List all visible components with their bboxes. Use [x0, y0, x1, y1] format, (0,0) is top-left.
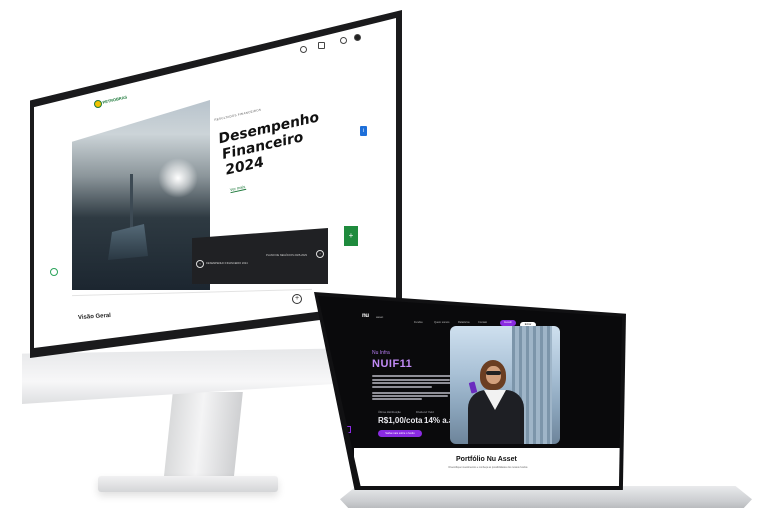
- nav-item-fundos[interactable]: Fundos: [414, 321, 423, 324]
- prev-arrow-icon[interactable]: ‹: [196, 260, 204, 268]
- hero-tag-link[interactable]: Ver mais: [229, 183, 246, 194]
- fund-description: [372, 374, 454, 402]
- monitor-stand-base: [98, 476, 278, 492]
- ship-hull: [108, 224, 148, 260]
- paragraph-line: [372, 382, 452, 385]
- panel-right-link[interactable]: PLANO DE NEGÓCIOS 2025-2029: [266, 254, 307, 257]
- hero-text-block: RESULTADOS FINANCEIROS Desempenho Financ…: [214, 81, 396, 196]
- paragraph-line: [372, 378, 450, 381]
- paragraph-line: [372, 398, 422, 401]
- accessibility-icon[interactable]: [50, 268, 58, 276]
- stat-label-distribution: Última distribuição: [378, 410, 401, 414]
- stat-label-yield: Dividend Yield: [416, 410, 434, 414]
- hero-image-woman: [450, 326, 560, 444]
- portfolio-title: Portfólio Nu Asset: [456, 456, 517, 463]
- floating-blue-button[interactable]: i: [360, 126, 367, 136]
- section-label-overview[interactable]: Visão Geral: [78, 313, 111, 321]
- paragraph-line: [372, 375, 452, 378]
- ship-mast: [130, 174, 133, 230]
- panel-left-link[interactable]: DESEMPENHO FINANCEIRO 2024: [206, 262, 248, 265]
- sun-glow: [158, 158, 198, 198]
- monitor-stand-neck: [163, 392, 243, 484]
- device-mockup-scene: PETROBRAS RESULTADOS FINANCEIROS Desempe…: [0, 0, 757, 515]
- paragraph-line: [372, 391, 452, 394]
- sunglasses: [486, 371, 501, 375]
- floating-green-button[interactable]: +: [344, 226, 358, 246]
- hero-navigation-panel: ‹ DESEMPENHO FINANCEIRO 2024 PLANO DE NE…: [192, 228, 328, 284]
- next-arrow-icon[interactable]: ›: [316, 250, 324, 258]
- nav-item-quem-somos[interactable]: Quem somos: [434, 321, 449, 324]
- nu-brand-suffix: asset: [376, 315, 384, 319]
- hero-image-ship: [72, 100, 210, 290]
- fund-eyebrow: Nu Infra: [372, 350, 390, 356]
- site-logo-text[interactable]: PETROBRAS: [102, 94, 128, 105]
- search-icon[interactable]: [300, 46, 307, 53]
- person-face: [486, 366, 501, 384]
- stat-value-distribution: R$1,00/cota: [378, 416, 423, 425]
- contrast-icon[interactable]: [354, 34, 361, 41]
- fund-ticker: NUIF11: [372, 358, 413, 370]
- petrobras-logo-icon[interactable]: [94, 100, 102, 108]
- hero-title: Desempenho Financeiro 2024: [217, 95, 393, 178]
- portfolio-subtitle: Diversifique investimentos e conheça as …: [448, 466, 528, 469]
- paragraph-line: [372, 385, 432, 388]
- nav-item-contato[interactable]: Contato: [478, 321, 487, 324]
- nu-logo[interactable]: nu: [362, 313, 369, 319]
- fund-cta-button[interactable]: Saiba mais sobre o fundo: [378, 430, 422, 437]
- expand-plus-icon[interactable]: +: [292, 294, 302, 304]
- laptop-screen: nu asset Fundos Quem somos Relatórios Co…: [318, 296, 622, 486]
- language-icon[interactable]: [340, 37, 347, 44]
- menu-icon[interactable]: [318, 42, 325, 49]
- paragraph-line: [372, 394, 448, 397]
- phone-in-hand: [468, 381, 478, 394]
- nav-item-relatorios[interactable]: Relatórios: [458, 321, 470, 324]
